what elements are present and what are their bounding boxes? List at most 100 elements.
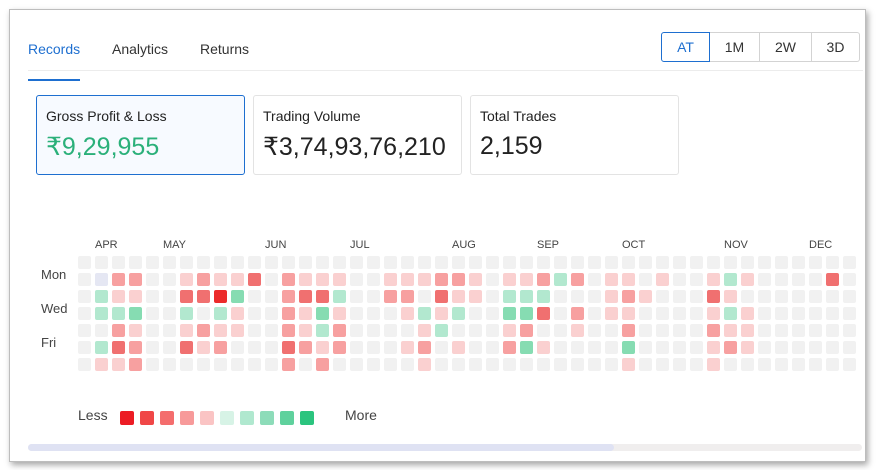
- heatmap-cell[interactable]: [350, 273, 363, 286]
- heatmap-cell[interactable]: [265, 341, 278, 354]
- heatmap-cell[interactable]: [112, 324, 125, 337]
- heatmap-cell[interactable]: [231, 273, 244, 286]
- heatmap-cell[interactable]: [775, 290, 788, 303]
- heatmap-cell[interactable]: [248, 256, 261, 269]
- heatmap-cell[interactable]: [605, 324, 618, 337]
- heatmap-cell[interactable]: [809, 358, 822, 371]
- heatmap-cell[interactable]: [809, 256, 822, 269]
- heatmap-cell[interactable]: [316, 290, 329, 303]
- heatmap-cell[interactable]: [401, 307, 414, 320]
- heatmap-cell[interactable]: [146, 307, 159, 320]
- heatmap-cell[interactable]: [163, 273, 176, 286]
- heatmap-cell[interactable]: [146, 290, 159, 303]
- heatmap-cell[interactable]: [265, 290, 278, 303]
- heatmap-cell[interactable]: [435, 290, 448, 303]
- heatmap-cell[interactable]: [350, 341, 363, 354]
- heatmap-cell[interactable]: [78, 273, 91, 286]
- heatmap-cell[interactable]: [214, 358, 227, 371]
- heatmap-cell[interactable]: [537, 341, 550, 354]
- heatmap-cell[interactable]: [758, 324, 771, 337]
- heatmap-cell[interactable]: [163, 358, 176, 371]
- heatmap-cell[interactable]: [707, 273, 720, 286]
- heatmap-cell[interactable]: [248, 273, 261, 286]
- heatmap-cell[interactable]: [690, 341, 703, 354]
- heatmap-cell[interactable]: [333, 307, 346, 320]
- heatmap-cell[interactable]: [520, 273, 533, 286]
- heatmap-cell[interactable]: [605, 307, 618, 320]
- heatmap-cell[interactable]: [78, 307, 91, 320]
- heatmap-cell[interactable]: [758, 341, 771, 354]
- heatmap-cell[interactable]: [554, 290, 567, 303]
- heatmap-cell[interactable]: [588, 341, 601, 354]
- tab-analytics[interactable]: Analytics: [112, 40, 168, 79]
- heatmap-cell[interactable]: [843, 324, 856, 337]
- heatmap-cell[interactable]: [741, 307, 754, 320]
- heatmap-cell[interactable]: [537, 273, 550, 286]
- heatmap-cell[interactable]: [537, 256, 550, 269]
- heatmap-cell[interactable]: [214, 324, 227, 337]
- heatmap-cell[interactable]: [248, 358, 261, 371]
- heatmap-cell[interactable]: [724, 324, 737, 337]
- heatmap-cell[interactable]: [775, 256, 788, 269]
- heatmap-cell[interactable]: [690, 290, 703, 303]
- heatmap-cell[interactable]: [129, 358, 142, 371]
- heatmap-cell[interactable]: [452, 324, 465, 337]
- range-button-1-month[interactable]: 1M: [710, 32, 760, 62]
- heatmap-cell[interactable]: [384, 341, 397, 354]
- heatmap-cell[interactable]: [333, 290, 346, 303]
- heatmap-cell[interactable]: [180, 290, 193, 303]
- heatmap-cell[interactable]: [350, 256, 363, 269]
- heatmap-cell[interactable]: [265, 273, 278, 286]
- heatmap-cell[interactable]: [367, 290, 380, 303]
- heatmap-cell[interactable]: [384, 256, 397, 269]
- heatmap-cell[interactable]: [112, 341, 125, 354]
- heatmap-cell[interactable]: [282, 307, 295, 320]
- heatmap-cell[interactable]: [78, 341, 91, 354]
- heatmap-cell[interactable]: [554, 341, 567, 354]
- heatmap-cell[interactable]: [741, 341, 754, 354]
- heatmap-cell[interactable]: [741, 324, 754, 337]
- heatmap-cell[interactable]: [333, 273, 346, 286]
- heatmap-cell[interactable]: [384, 307, 397, 320]
- heatmap-cell[interactable]: [554, 324, 567, 337]
- heatmap-cell[interactable]: [78, 256, 91, 269]
- heatmap-cell[interactable]: [384, 324, 397, 337]
- heatmap-cell[interactable]: [248, 290, 261, 303]
- heatmap-cell[interactable]: [724, 256, 737, 269]
- heatmap-cell[interactable]: [180, 324, 193, 337]
- card-total-trades[interactable]: Total Trades 2,159: [470, 95, 679, 175]
- heatmap-cell[interactable]: [758, 256, 771, 269]
- heatmap-cell[interactable]: [452, 307, 465, 320]
- heatmap-cell[interactable]: [537, 358, 550, 371]
- heatmap-cell[interactable]: [112, 256, 125, 269]
- heatmap-cell[interactable]: [503, 273, 516, 286]
- heatmap-cell[interactable]: [843, 290, 856, 303]
- heatmap-cell[interactable]: [418, 324, 431, 337]
- heatmap-cell[interactable]: [843, 256, 856, 269]
- heatmap-cell[interactable]: [163, 307, 176, 320]
- heatmap-cell[interactable]: [503, 290, 516, 303]
- heatmap-cell[interactable]: [690, 324, 703, 337]
- heatmap-cell[interactable]: [690, 273, 703, 286]
- heatmap-cell[interactable]: [197, 256, 210, 269]
- heatmap-cell[interactable]: [401, 341, 414, 354]
- heatmap-cell[interactable]: [503, 256, 516, 269]
- heatmap-cell[interactable]: [265, 256, 278, 269]
- heatmap-cell[interactable]: [520, 256, 533, 269]
- range-button-3-days[interactable]: 3D: [812, 32, 860, 62]
- heatmap-cell[interactable]: [588, 273, 601, 286]
- heatmap-cell[interactable]: [350, 290, 363, 303]
- heatmap-cell[interactable]: [639, 341, 652, 354]
- heatmap-cell[interactable]: [792, 290, 805, 303]
- heatmap-cell[interactable]: [435, 273, 448, 286]
- heatmap-cell[interactable]: [401, 290, 414, 303]
- heatmap-cell[interactable]: [673, 341, 686, 354]
- heatmap-cell[interactable]: [146, 341, 159, 354]
- heatmap-cell[interactable]: [639, 324, 652, 337]
- heatmap-cell[interactable]: [129, 307, 142, 320]
- heatmap-cell[interactable]: [792, 324, 805, 337]
- heatmap-cell[interactable]: [112, 273, 125, 286]
- heatmap-cell[interactable]: [78, 290, 91, 303]
- heatmap-cell[interactable]: [367, 256, 380, 269]
- heatmap-cell[interactable]: [673, 273, 686, 286]
